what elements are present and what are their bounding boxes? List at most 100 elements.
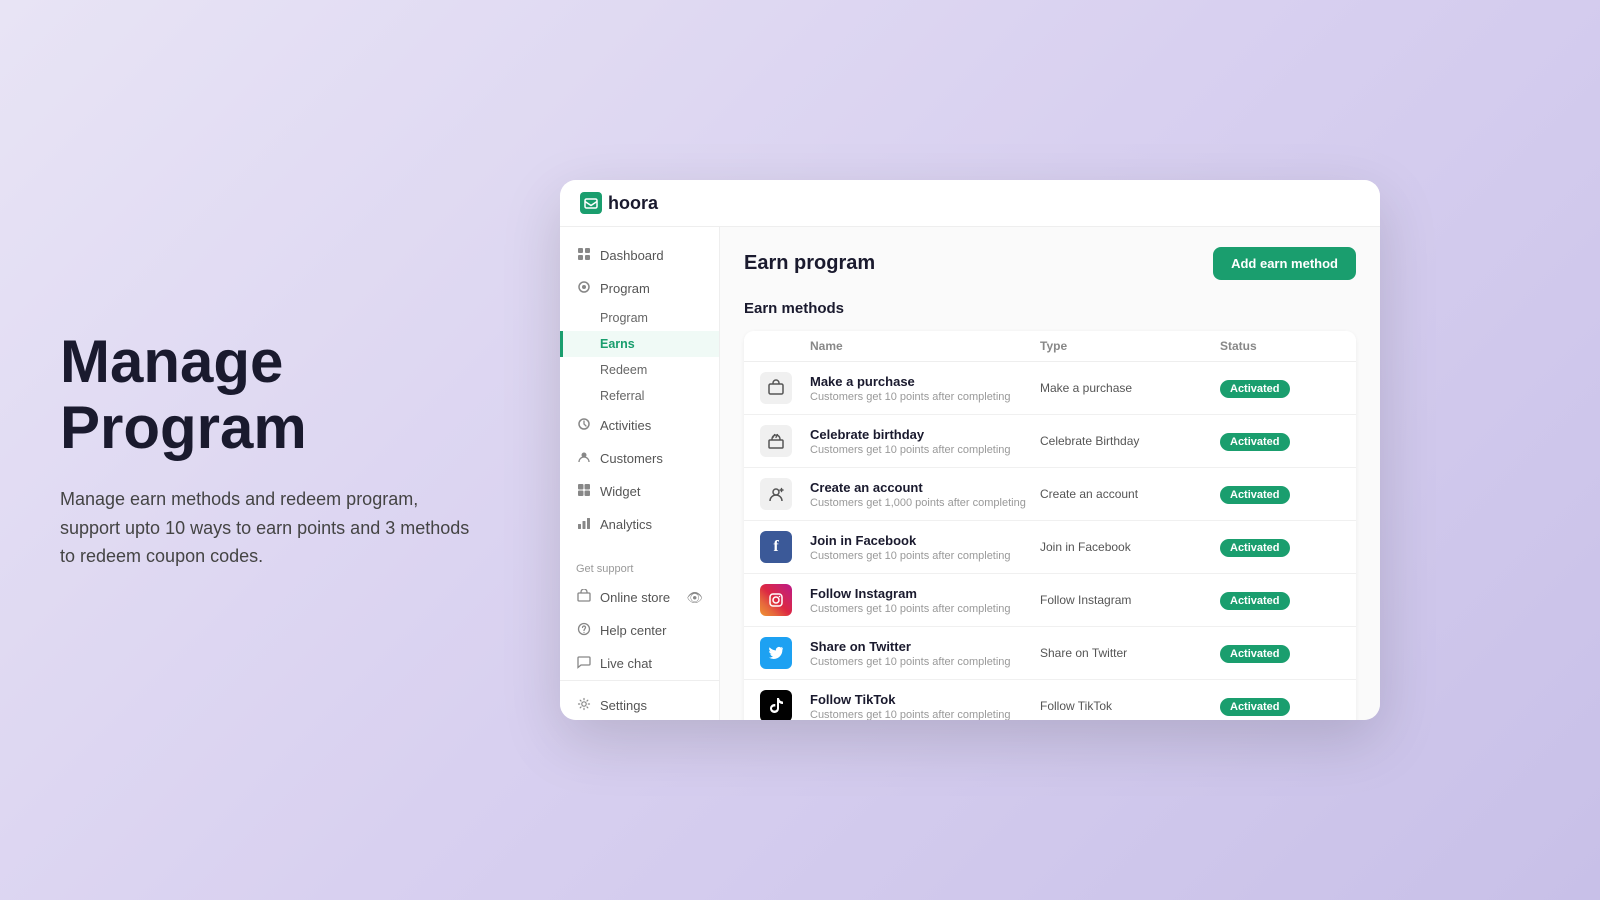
row-desc: Customers get 10 points after completing — [810, 391, 1040, 403]
help-center-label: Help center — [600, 623, 666, 638]
status-badge: Activated — [1220, 433, 1290, 451]
page-wrapper: ManageProgram Manage earn methods and re… — [0, 0, 1600, 900]
row-name: Join in Facebook — [810, 533, 1040, 548]
row-type: Follow TikTok — [1040, 699, 1220, 713]
logo-icon — [580, 192, 602, 214]
row-icon-facebook: f — [760, 531, 792, 563]
program-icon — [576, 280, 592, 297]
row-info: Share on Twitter Customers get 10 points… — [810, 639, 1040, 668]
sidebar-item-customers[interactable]: Customers — [560, 442, 719, 475]
sidebar-item-help-center[interactable]: Help center — [560, 614, 719, 647]
row-name: Follow TikTok — [810, 692, 1040, 707]
sidebar-sub-redeem[interactable]: Redeem — [560, 357, 719, 383]
row-desc: Customers get 10 points after completing — [810, 603, 1040, 615]
hero-section: ManageProgram Manage earn methods and re… — [60, 329, 480, 571]
widget-label: Widget — [600, 484, 640, 499]
program-sub-label: Program — [600, 311, 648, 325]
app-header: hoora — [560, 180, 1380, 227]
row-icon-account — [760, 478, 792, 510]
widget-icon — [576, 483, 592, 500]
program-label: Program — [600, 281, 650, 296]
table-row[interactable]: Celebrate birthday Customers get 10 poin… — [744, 415, 1356, 468]
sidebar-item-live-chat[interactable]: Live chat — [560, 647, 719, 680]
add-earn-method-button[interactable]: Add earn method — [1213, 247, 1356, 280]
sidebar-sub-program[interactable]: Program — [560, 305, 719, 331]
status-badge: Activated — [1220, 539, 1290, 557]
status-badge: Activated — [1220, 380, 1290, 398]
row-status: Activated — [1220, 432, 1340, 451]
sidebar-sub-referral[interactable]: Referral — [560, 383, 719, 409]
row-type: Make a purchase — [1040, 381, 1220, 395]
referral-label: Referral — [600, 389, 644, 403]
table-row[interactable]: Follow TikTok Customers get 10 points af… — [744, 680, 1356, 720]
row-status: Activated — [1220, 538, 1340, 557]
settings-label: Settings — [600, 698, 647, 713]
row-desc: Customers get 10 points after completing — [810, 550, 1040, 562]
row-status: Activated — [1220, 379, 1340, 398]
activities-icon — [576, 417, 592, 434]
table-header: Name Type Status — [744, 331, 1356, 362]
status-badge: Activated — [1220, 486, 1290, 504]
sidebar-item-widget[interactable]: Widget — [560, 475, 719, 508]
row-icon-instagram — [760, 584, 792, 616]
table-row[interactable]: f Join in Facebook Customers get 10 poin… — [744, 521, 1356, 574]
sidebar-item-program[interactable]: Program — [560, 272, 719, 305]
table-row[interactable]: Make a purchase Customers get 10 points … — [744, 362, 1356, 415]
sidebar-sub-earns[interactable]: Earns — [560, 331, 719, 357]
row-info: Follow TikTok Customers get 10 points af… — [810, 692, 1040, 721]
row-info: Celebrate birthday Customers get 10 poin… — [810, 427, 1040, 456]
row-name: Follow Instagram — [810, 586, 1040, 601]
col-icon — [760, 339, 810, 353]
dashboard-label: Dashboard — [600, 248, 664, 263]
col-type: Type — [1040, 339, 1220, 353]
help-icon — [576, 622, 592, 639]
activities-label: Activities — [600, 418, 651, 433]
row-desc: Customers get 1,000 points after complet… — [810, 497, 1040, 509]
customers-label: Customers — [600, 451, 663, 466]
row-info: Make a purchase Customers get 10 points … — [810, 374, 1040, 403]
row-icon-birthday — [760, 425, 792, 457]
page-title: Earn program — [744, 252, 875, 275]
main-content: Earn program Add earn method Earn method… — [720, 227, 1380, 720]
sidebar-bottom: Settings — [560, 680, 719, 720]
hero-description: Manage earn methods and redeem program, … — [60, 485, 480, 571]
sidebar: Dashboard Program — [560, 227, 720, 720]
col-name: Name — [810, 339, 1040, 353]
row-icon-tiktok — [760, 690, 792, 720]
row-name: Make a purchase — [810, 374, 1040, 389]
hero-title: ManageProgram — [60, 329, 480, 461]
online-store-icon — [576, 589, 592, 606]
sidebar-item-settings[interactable]: Settings — [560, 689, 719, 720]
row-desc: Customers get 10 points after completing — [810, 444, 1040, 456]
sidebar-item-dashboard[interactable]: Dashboard — [560, 239, 719, 272]
row-type: Join in Facebook — [1040, 540, 1220, 554]
support-section-label: Get support — [560, 557, 719, 581]
section-title: Earn methods — [744, 300, 1356, 317]
sidebar-nav: Dashboard Program — [560, 239, 719, 541]
dashboard-icon — [576, 247, 592, 264]
table-row[interactable]: Create an account Customers get 1,000 po… — [744, 468, 1356, 521]
earn-methods-table: Name Type Status Make a p — [744, 331, 1356, 720]
row-status: Activated — [1220, 697, 1340, 716]
row-icon-twitter — [760, 637, 792, 669]
row-name: Celebrate birthday — [810, 427, 1040, 442]
earns-label: Earns — [600, 337, 635, 351]
sidebar-item-activities[interactable]: Activities — [560, 409, 719, 442]
row-desc: Customers get 10 points after completing — [810, 656, 1040, 668]
sidebar-item-analytics[interactable]: Analytics — [560, 508, 719, 541]
live-chat-icon — [576, 655, 592, 672]
logo-text: hoora — [608, 193, 658, 214]
logo: hoora — [580, 192, 658, 214]
sidebar-item-online-store[interactable]: Online store 👁 — [560, 581, 719, 614]
table-row[interactable]: Follow Instagram Customers get 10 points… — [744, 574, 1356, 627]
row-type: Celebrate Birthday — [1040, 434, 1220, 448]
row-status: Activated — [1220, 644, 1340, 663]
analytics-label: Analytics — [600, 517, 652, 532]
app-window: hoora — [560, 180, 1380, 720]
row-name: Create an account — [810, 480, 1040, 495]
status-badge: Activated — [1220, 645, 1290, 663]
table-row[interactable]: Share on Twitter Customers get 10 points… — [744, 627, 1356, 680]
row-icon-purchase — [760, 372, 792, 404]
analytics-icon — [576, 516, 592, 533]
row-info: Join in Facebook Customers get 10 points… — [810, 533, 1040, 562]
